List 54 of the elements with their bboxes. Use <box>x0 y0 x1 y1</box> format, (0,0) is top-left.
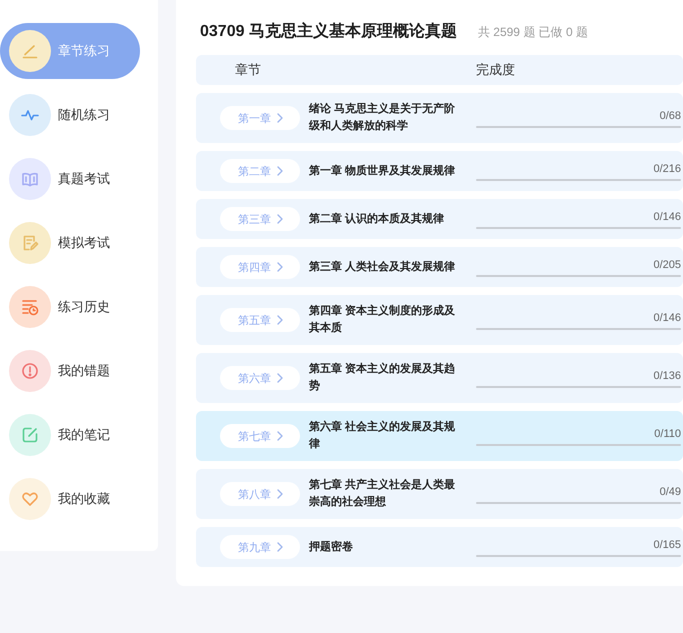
chapter-row[interactable]: 第三章 第二章 认识的本质及其规律 0/146 <box>196 199 683 239</box>
edit-icon <box>9 414 51 456</box>
chapter-title: 第一章 物质世界及其发展规律 <box>309 164 456 176</box>
column-header: 章节 <box>235 61 261 79</box>
pulse-icon <box>9 94 51 136</box>
chapter-row[interactable]: 第六章 第五章 资本主义的发展及其趋势 0/136 <box>196 353 683 403</box>
chapter-title: 绪论 马克思主义是关于无产阶级和人类解放的科学 <box>309 103 456 132</box>
chevron-right-icon <box>277 373 283 383</box>
progress-count: 0/136 <box>653 368 681 382</box>
sidebar-item[interactable]: 真题考试 <box>0 151 140 207</box>
chapter-row[interactable]: 第一章 绪论 马克思主义是关于无产阶级和人类解放的科学 0/68 <box>196 93 683 143</box>
progress-count: 0/110 <box>654 426 681 440</box>
chapter-row[interactable]: 第七章 第六章 社会主义的发展及其规律 0/110 <box>196 411 683 461</box>
chevron-right-icon <box>277 315 283 325</box>
chapter-title: 第五章 资本主义的发展及其趋势 <box>309 363 456 392</box>
list-clock-icon <box>9 286 51 328</box>
sidebar-item[interactable]: 模拟考试 <box>0 215 140 271</box>
exclamation-icon <box>9 350 51 392</box>
column-header: 完成度 <box>476 61 515 79</box>
chapter-title: 第二章 认识的本质及其规律 <box>309 212 444 224</box>
sidebar-item[interactable]: 我的收藏 <box>0 471 140 527</box>
chapter-row[interactable]: 第四章 第三章 人类社会及其发展规律 0/205 <box>196 247 683 287</box>
sidebar-item[interactable]: 我的错题 <box>0 343 140 399</box>
chapter-title: 押题密卷 <box>309 540 353 552</box>
chapter-row[interactable]: 第五章 第四章 资本主义制度的形成及其本质 0/146 <box>196 295 683 345</box>
progress-count: 0/205 <box>653 258 681 272</box>
chapter-row[interactable]: 第八章 第七章 共产主义社会是人类最崇高的社会理想 0/49 <box>196 469 683 519</box>
progress-count: 0/146 <box>653 310 681 324</box>
chevron-right-icon <box>277 262 283 272</box>
progress-count: 0/165 <box>653 538 681 552</box>
pencil-icon <box>9 30 51 72</box>
book-icon <box>9 158 51 200</box>
chevron-right-icon <box>277 166 283 176</box>
chevron-right-icon <box>277 113 283 123</box>
sidebar-item[interactable]: 随机练习 <box>0 87 140 143</box>
progress-count: 0/216 <box>653 162 681 176</box>
sidebar-item[interactable]: 练习历史 <box>0 279 140 335</box>
page-title: 03709 马克思主义基本原理概论真题 <box>200 21 457 42</box>
chevron-right-icon <box>277 542 283 552</box>
progress-count: 0/68 <box>660 108 681 122</box>
progress-count: 0/146 <box>653 210 681 224</box>
question-stats: 共 2599 题 已做 0 题 <box>478 24 588 41</box>
chevron-right-icon <box>277 214 283 224</box>
progress-count: 0/49 <box>660 484 681 498</box>
chevron-right-icon <box>277 489 283 499</box>
document-pen-icon <box>9 222 51 264</box>
chapter-row[interactable]: 第二章 第一章 物质世界及其发展规律 0/216 <box>196 151 683 191</box>
chapter-title: 第六章 社会主义的发展及其规律 <box>309 421 456 450</box>
chapter-title: 第七章 共产主义社会是人类最崇高的社会理想 <box>309 479 456 508</box>
chapter-title: 第三章 人类社会及其发展规律 <box>309 260 456 272</box>
chapter-title: 第四章 资本主义制度的形成及其本质 <box>309 305 456 334</box>
chevron-right-icon <box>277 431 283 441</box>
chapter-row[interactable]: 第九章 押题密卷 0/165 <box>196 527 683 567</box>
sidebar-item[interactable]: 我的笔记 <box>0 407 140 463</box>
